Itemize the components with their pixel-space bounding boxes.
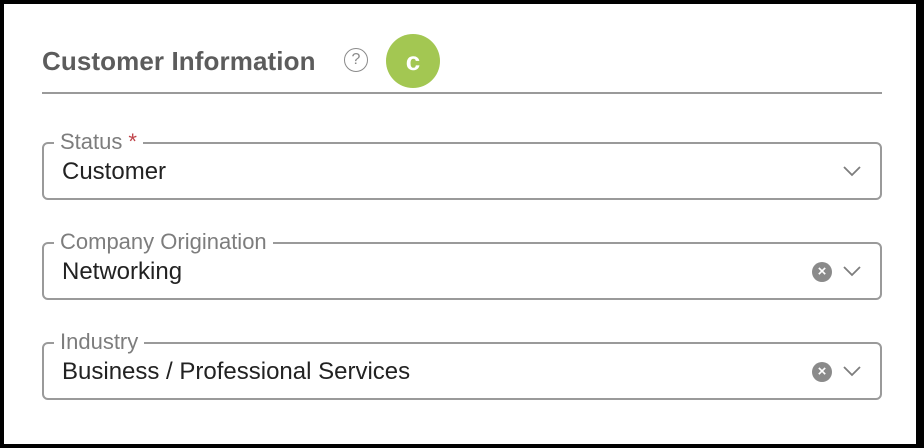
industry-select[interactable]: Industry Business / Professional Service… bbox=[42, 329, 882, 400]
company-origination-value: Networking bbox=[62, 258, 183, 285]
chevron-down-icon[interactable] bbox=[842, 164, 862, 178]
status-value: Customer bbox=[62, 158, 167, 185]
clear-icon[interactable]: × bbox=[812, 362, 832, 382]
avatar: c bbox=[386, 34, 440, 88]
chevron-down-icon[interactable] bbox=[842, 264, 862, 278]
section-header: Customer Information ? c bbox=[42, 30, 882, 94]
status-label-text: Status bbox=[60, 129, 123, 154]
section-title: Customer Information bbox=[42, 46, 316, 76]
help-icon[interactable]: ? bbox=[344, 48, 368, 72]
company-origination-label-text: Company Origination bbox=[60, 229, 267, 254]
required-mark: * bbox=[128, 129, 137, 154]
customer-information-panel: Customer Information ? c Status * Custome… bbox=[4, 4, 916, 444]
status-label: Status * bbox=[54, 129, 143, 155]
status-select[interactable]: Status * Customer bbox=[42, 129, 882, 200]
industry-value: Business / Professional Services bbox=[62, 358, 411, 385]
clear-icon[interactable]: × bbox=[812, 262, 832, 282]
industry-label-text: Industry bbox=[60, 329, 139, 354]
chevron-down-icon[interactable] bbox=[842, 364, 862, 378]
company-origination-label: Company Origination bbox=[54, 229, 273, 255]
industry-label: Industry bbox=[54, 329, 145, 355]
company-origination-select[interactable]: Company Origination Networking × bbox=[42, 229, 882, 300]
